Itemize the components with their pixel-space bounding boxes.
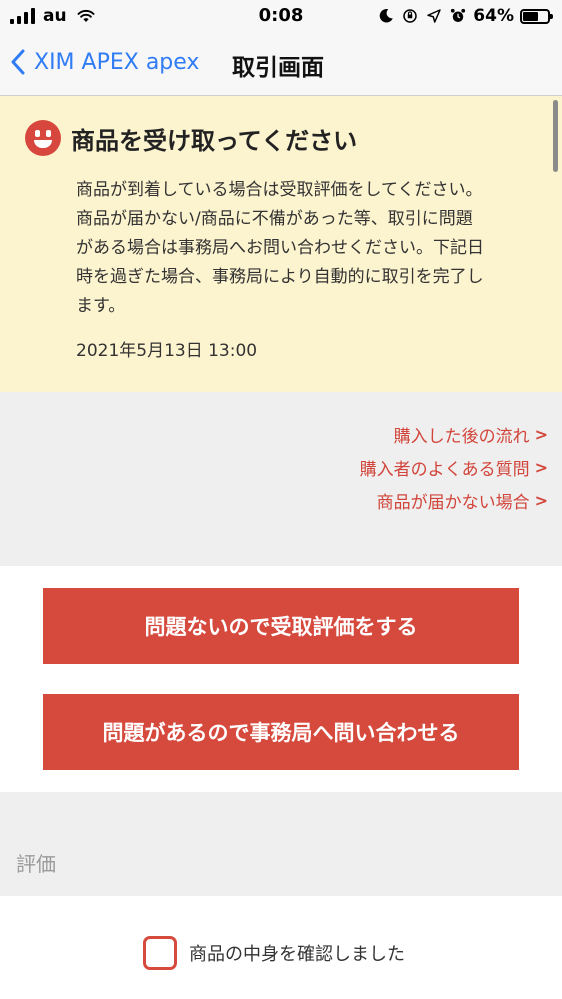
- notice-body: 商品が到着している場合は受取評価をしてください。 商品が届かない/商品に不備があ…: [76, 176, 548, 321]
- confirm-contents-checkbox[interactable]: [143, 936, 177, 970]
- link-buyer-faq[interactable]: 購入者のよくある質問 >: [360, 455, 548, 480]
- receive-notice: 商品を受け取ってください 商品が到着している場合は受取評価をしてください。 商品…: [0, 96, 562, 392]
- contact-office-button[interactable]: 問題があるので事務局へ問い合わせる: [43, 694, 519, 770]
- chevron-right-icon: >: [534, 458, 548, 477]
- scrollbar[interactable]: [553, 100, 558, 172]
- battery-percent: 64%: [473, 6, 514, 26]
- confirm-contents-row[interactable]: 商品の中身を確認しました: [143, 936, 405, 970]
- notice-title: 商品を受け取ってください: [71, 126, 358, 155]
- notice-line: 商品が到着している場合は受取評価をしてください。: [76, 180, 483, 200]
- back-button-label: XIM APEX apex: [34, 49, 200, 75]
- link-label: 購入者のよくある質問: [359, 460, 530, 480]
- nav-bar: XIM APEX apex 取引画面: [0, 34, 562, 96]
- page-title: 取引画面: [232, 55, 324, 81]
- location-icon: [427, 9, 442, 23]
- link-label: 商品が届かない場合: [376, 493, 530, 513]
- battery-icon: [520, 8, 553, 24]
- alarm-icon: [451, 8, 466, 22]
- link-item-not-arrived[interactable]: 商品が届かない場合 >: [377, 488, 548, 513]
- link-label: 購入した後の流れ: [393, 427, 530, 447]
- deadline-date: 2021年5月13日 13:00: [76, 341, 258, 361]
- chevron-left-icon: [11, 49, 25, 75]
- receive-rating-button[interactable]: 問題ないので受取評価をする: [43, 588, 519, 664]
- moon-icon: [380, 9, 394, 23]
- battery-level: [523, 11, 539, 21]
- chevron-right-icon: >: [534, 425, 548, 444]
- action-area: 問題ないので受取評価をする 問題があるので事務局へ問い合わせる: [0, 566, 562, 792]
- help-links: 購入した後の流れ > 購入者のよくある質問 > 商品が届かない場合 >: [0, 392, 562, 566]
- notice-line: ます。: [76, 296, 126, 316]
- evaluation-heading: 評価: [16, 852, 56, 876]
- back-button[interactable]: XIM APEX apex: [10, 49, 199, 75]
- notice-line: 商品が届かない/商品に不備があった等、取引に問題: [76, 209, 473, 229]
- notice-line: 時を過ぎた場合、事務局により自動的に取引を完了し: [76, 267, 484, 287]
- chevron-right-icon: >: [534, 491, 548, 510]
- link-after-purchase-flow[interactable]: 購入した後の流れ >: [394, 422, 548, 447]
- evaluation-section-header: 評価: [0, 792, 562, 896]
- smiley-icon: [25, 120, 61, 156]
- orientation-lock-icon: [403, 9, 418, 23]
- notice-line: がある場合は事務局へお問い合わせください。下記日: [76, 238, 484, 258]
- status-bar: au 0:08 64%: [0, 0, 562, 34]
- confirm-contents-label: 商品の中身を確認しました: [189, 944, 405, 965]
